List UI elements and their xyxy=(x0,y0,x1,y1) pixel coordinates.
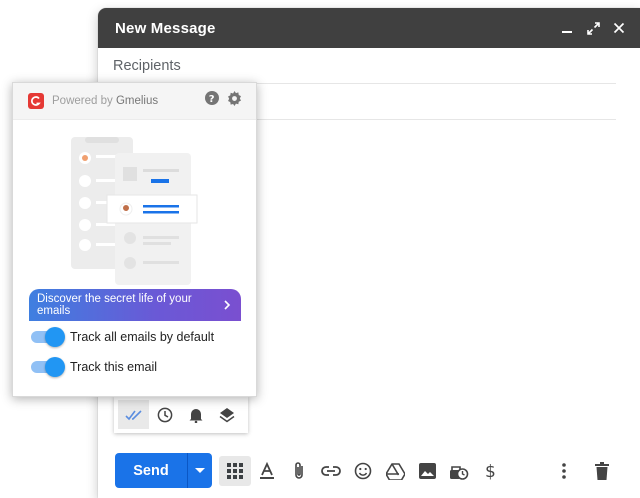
track-this-label: Track this email xyxy=(70,360,158,374)
recipients-field[interactable]: Recipients xyxy=(113,48,616,84)
compose-toolbar: $ xyxy=(219,456,507,486)
brand-name: Gmelius xyxy=(115,95,159,107)
schedule-clock-icon[interactable] xyxy=(149,400,180,429)
formatting-icon[interactable] xyxy=(251,456,283,486)
powered-by-text: Powered by Gmelius xyxy=(52,95,159,107)
discover-banner[interactable]: Discover the secret life of your emails xyxy=(29,289,241,321)
toggle-row-track-this: Track this email xyxy=(29,357,158,377)
reminder-bell-icon[interactable] xyxy=(180,400,211,429)
expand-icon[interactable] xyxy=(586,21,600,35)
gmelius-logo-icon xyxy=(28,93,44,109)
banner-text: Discover the secret life of your emails xyxy=(37,293,192,317)
send-options-dropdown[interactable] xyxy=(188,453,212,488)
compose-header: New Message xyxy=(98,8,640,48)
toggle-row-track-all: Track all emails by default xyxy=(29,327,215,347)
gmelius-toolbar xyxy=(114,396,248,433)
attach-icon[interactable] xyxy=(283,456,315,486)
more-options-icon[interactable] xyxy=(548,456,580,486)
minimize-icon[interactable] xyxy=(560,21,574,35)
help-icon[interactable]: ? xyxy=(205,91,219,111)
chevron-down-icon xyxy=(195,467,205,473)
track-this-toggle[interactable] xyxy=(29,357,65,377)
gmelius-popup: Powered by Gmelius ? Discover the secret… xyxy=(12,82,257,397)
popup-header: Powered by Gmelius ? xyxy=(13,83,256,120)
email-tracking-illustration xyxy=(71,137,198,285)
track-all-label: Track all emails by default xyxy=(70,330,215,344)
compose-toolbar-right xyxy=(548,456,618,486)
tracking-check-icon[interactable] xyxy=(118,400,149,429)
apps-grid-icon[interactable] xyxy=(219,456,251,486)
settings-gear-icon[interactable] xyxy=(227,91,242,111)
trash-icon[interactable] xyxy=(586,456,618,486)
svg-text:$: $ xyxy=(485,462,496,481)
send-button[interactable]: Send xyxy=(115,453,188,488)
link-icon[interactable] xyxy=(315,456,347,486)
photo-icon[interactable] xyxy=(411,456,443,486)
close-icon[interactable] xyxy=(612,21,626,35)
compose-title: New Message xyxy=(115,19,216,37)
track-all-toggle[interactable] xyxy=(29,327,65,347)
layers-icon[interactable] xyxy=(211,400,242,429)
screen: New Message Recipients Send $ Powered by… xyxy=(0,0,640,498)
drive-icon[interactable] xyxy=(379,456,411,486)
emoji-icon[interactable] xyxy=(347,456,379,486)
confidential-mode-icon[interactable] xyxy=(443,456,475,486)
send-button-group: Send xyxy=(115,453,212,488)
dollar-icon[interactable]: $ xyxy=(475,456,507,486)
chevron-right-icon xyxy=(224,300,231,310)
svg-text:?: ? xyxy=(209,94,215,105)
